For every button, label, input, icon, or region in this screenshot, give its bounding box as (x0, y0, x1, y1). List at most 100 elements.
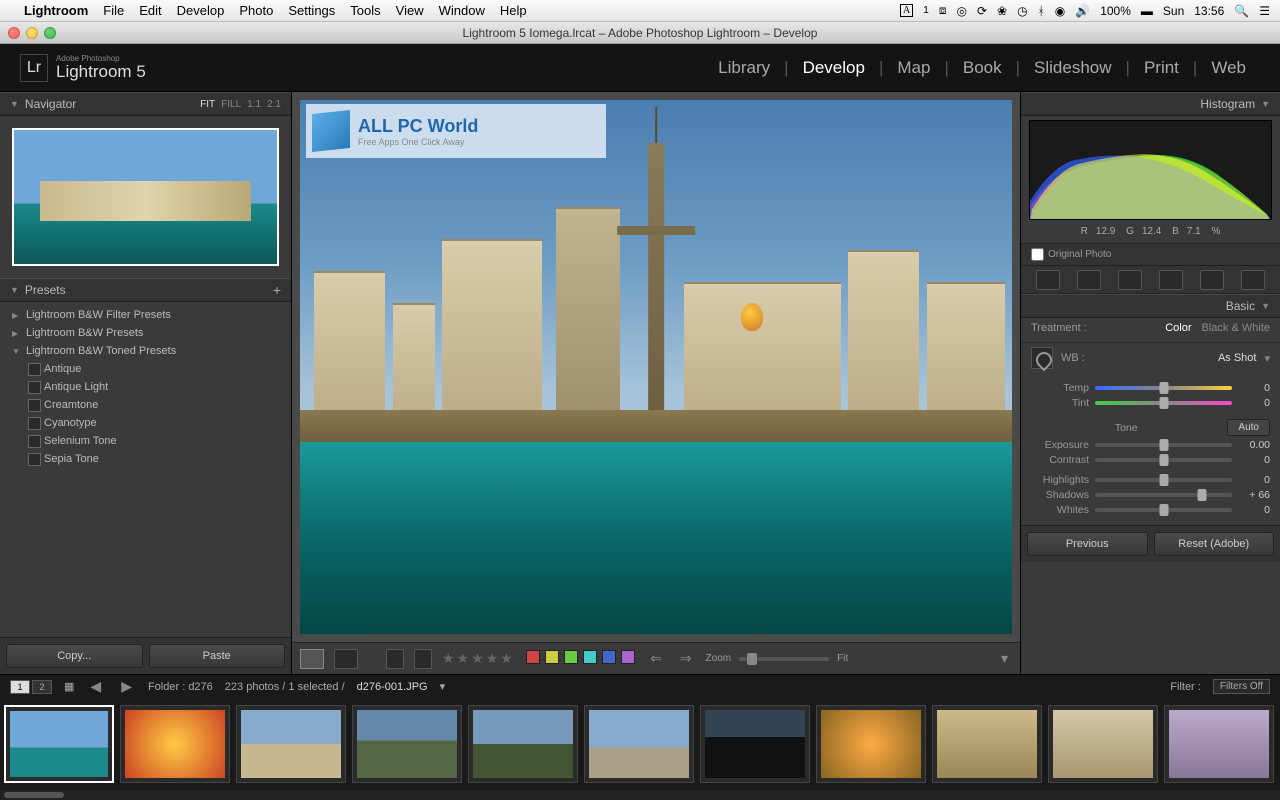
dropbox-icon[interactable]: ⧈ (939, 3, 947, 18)
grid-icon[interactable]: ▦ (64, 680, 74, 693)
thumbnail[interactable] (700, 705, 810, 783)
thumbnail[interactable] (816, 705, 926, 783)
basic-header[interactable]: Basic ▼ (1021, 294, 1280, 318)
thumbnail[interactable] (1048, 705, 1158, 783)
display-1[interactable]: 1 (10, 680, 30, 694)
dropdown-icon[interactable]: ▾ (1264, 352, 1270, 365)
preset-item[interactable]: Antique (0, 360, 291, 378)
module-print[interactable]: Print (1130, 58, 1193, 78)
module-library[interactable]: Library (704, 58, 784, 78)
treatment-color[interactable]: Color (1165, 322, 1191, 334)
nav-fill[interactable]: FILL (221, 99, 241, 110)
crop-tool[interactable] (1036, 270, 1060, 290)
histogram[interactable] (1029, 120, 1272, 220)
thumbnail[interactable] (236, 705, 346, 783)
zoom-slider[interactable] (739, 657, 829, 661)
loupe-view-button[interactable] (300, 649, 324, 669)
filter-select[interactable]: Filters Off (1213, 679, 1270, 694)
copy-button[interactable]: Copy... (6, 644, 143, 668)
menu-develop[interactable]: Develop (177, 3, 225, 18)
menu-photo[interactable]: Photo (239, 3, 273, 18)
prev-photo-button[interactable]: ⇐ (650, 650, 662, 667)
highlights-slider[interactable] (1095, 478, 1232, 482)
sync-icon[interactable]: ⟳ (977, 4, 987, 18)
volume-icon[interactable]: 🔊 (1075, 4, 1090, 18)
temp-slider[interactable] (1095, 386, 1232, 390)
fs-prev[interactable]: ◀ (90, 678, 101, 695)
navigator-header[interactable]: ▼ Navigator FIT FILL 1:1 2:1 (0, 92, 291, 116)
auto-tone-button[interactable]: Auto (1227, 419, 1270, 436)
radial-tool[interactable] (1200, 270, 1224, 290)
flag-reject-button[interactable] (414, 649, 432, 669)
label-purple[interactable] (621, 650, 635, 664)
navigator-preview[interactable] (12, 128, 279, 266)
current-file[interactable]: d276-001.JPG (357, 681, 428, 693)
thumbnail[interactable] (4, 705, 114, 783)
module-book[interactable]: Book (949, 58, 1016, 78)
filmstrip[interactable] (0, 698, 1280, 790)
rating-stars[interactable]: ★★★★★ (442, 650, 515, 667)
reset-button[interactable]: Reset (Adobe) (1154, 532, 1275, 556)
menu-view[interactable]: View (396, 3, 424, 18)
filmstrip-scrollbar[interactable] (0, 790, 1280, 800)
notification-icon[interactable]: ☰ (1259, 4, 1270, 18)
thumbnail[interactable] (584, 705, 694, 783)
paste-button[interactable]: Paste (149, 644, 286, 668)
treatment-bw[interactable]: Black & White (1202, 322, 1270, 334)
thumbnail[interactable] (120, 705, 230, 783)
thumbnail[interactable] (352, 705, 462, 783)
next-photo-button[interactable]: ⇒ (680, 650, 692, 667)
clock-icon[interactable]: ◷ (1017, 4, 1027, 18)
display-2[interactable]: 2 (32, 680, 52, 694)
nav-1to1[interactable]: 1:1 (247, 99, 261, 110)
module-map[interactable]: Map (883, 58, 944, 78)
original-checkbox[interactable] (1031, 248, 1044, 261)
exposure-slider[interactable] (1095, 443, 1232, 447)
presets-header[interactable]: ▼ Presets + (0, 278, 291, 302)
preset-item[interactable]: Sepia Tone (0, 450, 291, 468)
fs-next[interactable]: ▶ (121, 678, 132, 695)
spot-tool[interactable] (1077, 270, 1101, 290)
wb-eyedropper[interactable] (1031, 347, 1053, 369)
previous-button[interactable]: Previous (1027, 532, 1148, 556)
wifi-icon[interactable]: ◉ (1055, 4, 1065, 18)
cc-icon[interactable]: ◎ (956, 4, 966, 18)
preset-item[interactable]: Creamtone (0, 396, 291, 414)
menu-settings[interactable]: Settings (288, 3, 335, 18)
module-slideshow[interactable]: Slideshow (1020, 58, 1126, 78)
add-preset-button[interactable]: + (273, 282, 281, 298)
thumbnail[interactable] (1164, 705, 1274, 783)
module-web[interactable]: Web (1197, 58, 1260, 78)
preset-group[interactable]: Lightroom B&W Presets (0, 324, 291, 342)
menuextra-a-icon[interactable]: A (900, 4, 913, 17)
menu-help[interactable]: Help (500, 3, 527, 18)
preset-group[interactable]: Lightroom B&W Filter Presets (0, 306, 291, 324)
whites-slider[interactable] (1095, 508, 1232, 512)
wb-select[interactable]: As Shot (1218, 352, 1257, 364)
before-after-button[interactable] (334, 649, 358, 669)
gradient-tool[interactable] (1159, 270, 1183, 290)
shadows-slider[interactable] (1095, 493, 1232, 497)
label-teal[interactable] (583, 650, 597, 664)
label-red[interactable] (526, 650, 540, 664)
menu-file[interactable]: File (103, 3, 124, 18)
preset-item[interactable]: Cyanotype (0, 414, 291, 432)
bluetooth-icon[interactable]: ᚼ (1038, 4, 1045, 18)
label-green[interactable] (564, 650, 578, 664)
menu-window[interactable]: Window (439, 3, 485, 18)
toolbar-menu-button[interactable]: ▾ (1001, 650, 1008, 667)
battery-icon[interactable]: ▬ (1141, 4, 1153, 18)
thumbnail[interactable] (932, 705, 1042, 783)
tint-slider[interactable] (1095, 401, 1232, 405)
preset-group[interactable]: Lightroom B&W Toned Presets (0, 342, 291, 360)
thumbnail[interactable] (468, 705, 578, 783)
image-canvas[interactable]: ALL PC WorldFree Apps One Click Away (300, 100, 1012, 634)
evernote-icon[interactable]: ❀ (997, 4, 1007, 18)
spotlight-icon[interactable]: 🔍 (1234, 4, 1249, 18)
module-develop[interactable]: Develop (789, 58, 879, 78)
histogram-header[interactable]: Histogram ▼ (1021, 92, 1280, 116)
label-blue[interactable] (602, 650, 616, 664)
menu-edit[interactable]: Edit (139, 3, 161, 18)
contrast-slider[interactable] (1095, 458, 1232, 462)
dropdown-icon[interactable]: ▾ (440, 680, 446, 693)
